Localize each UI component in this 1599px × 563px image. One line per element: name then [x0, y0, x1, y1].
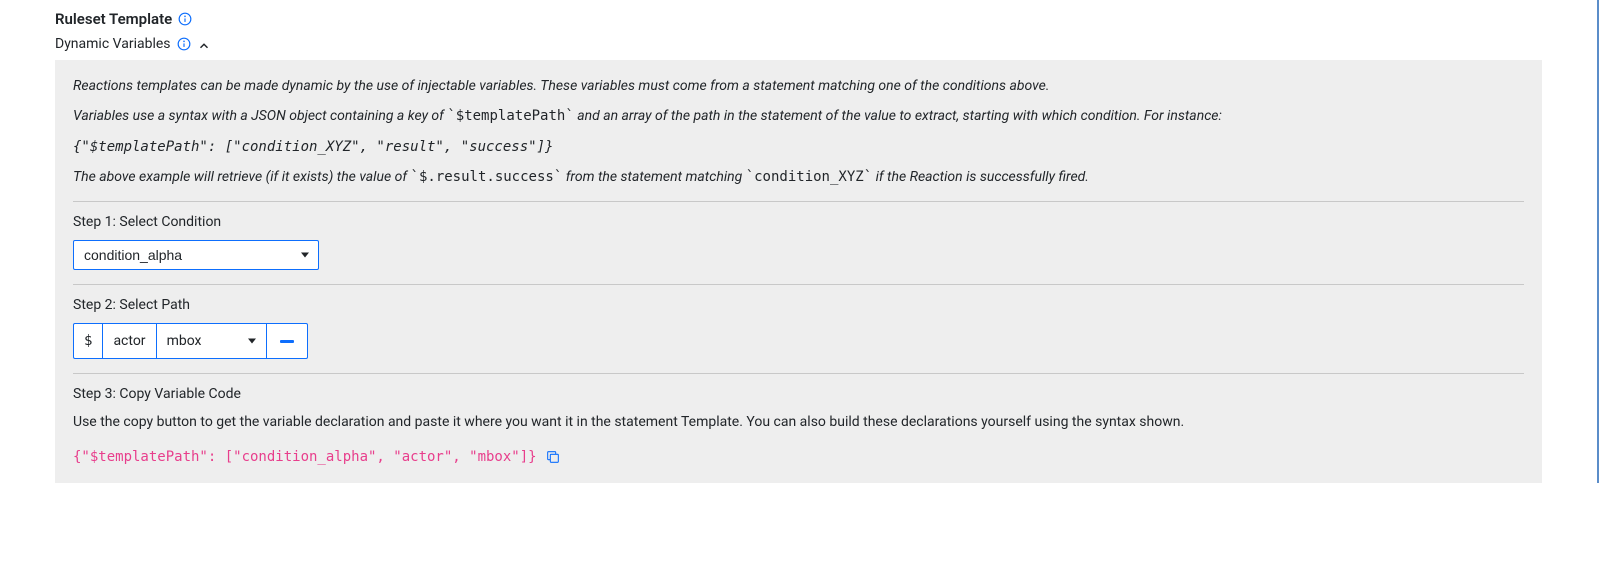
- copy-icon[interactable]: [545, 449, 561, 465]
- path-root-segment: $: [74, 324, 103, 358]
- minus-icon: [280, 340, 294, 343]
- chevron-down-icon: [248, 339, 256, 344]
- path-segment-select[interactable]: mbox: [157, 324, 267, 358]
- step3-instructions: Use the copy button to get the variable …: [73, 412, 1524, 433]
- intro-paragraph-3: The above example will retrieve (if it e…: [73, 167, 1524, 187]
- remove-path-segment-button[interactable]: [267, 324, 307, 358]
- intro-code-example: {"$templatePath": ["condition_XYZ", "res…: [73, 137, 1524, 157]
- info-icon[interactable]: [178, 12, 192, 26]
- path-segment-value: mbox: [167, 333, 202, 349]
- intro-block: Reactions templates can be made dynamic …: [73, 76, 1524, 187]
- intro-paragraph-2: Variables use a syntax with a JSON objec…: [73, 106, 1524, 126]
- path-builder: $ actor mbox: [73, 323, 308, 359]
- step2-label: Step 2: Select Path: [73, 297, 1524, 313]
- dynamic-variables-panel: Reactions templates can be made dynamic …: [55, 60, 1542, 483]
- info-icon[interactable]: [177, 37, 191, 51]
- path-segment-actor: actor: [103, 324, 156, 358]
- intro-paragraph-1: Reactions templates can be made dynamic …: [73, 76, 1524, 96]
- chevron-up-icon[interactable]: [197, 39, 211, 53]
- step1-label: Step 1: Select Condition: [73, 214, 1524, 230]
- page-title: Ruleset Template: [55, 10, 172, 28]
- divider: [73, 201, 1524, 202]
- divider: [73, 284, 1524, 285]
- result-code: {"$templatePath": ["condition_alpha", "a…: [73, 449, 537, 465]
- step3-label: Step 3: Copy Variable Code: [73, 386, 1524, 402]
- section-subtitle: Dynamic Variables: [55, 36, 171, 52]
- divider: [73, 373, 1524, 374]
- condition-select[interactable]: condition_alpha: [73, 240, 319, 270]
